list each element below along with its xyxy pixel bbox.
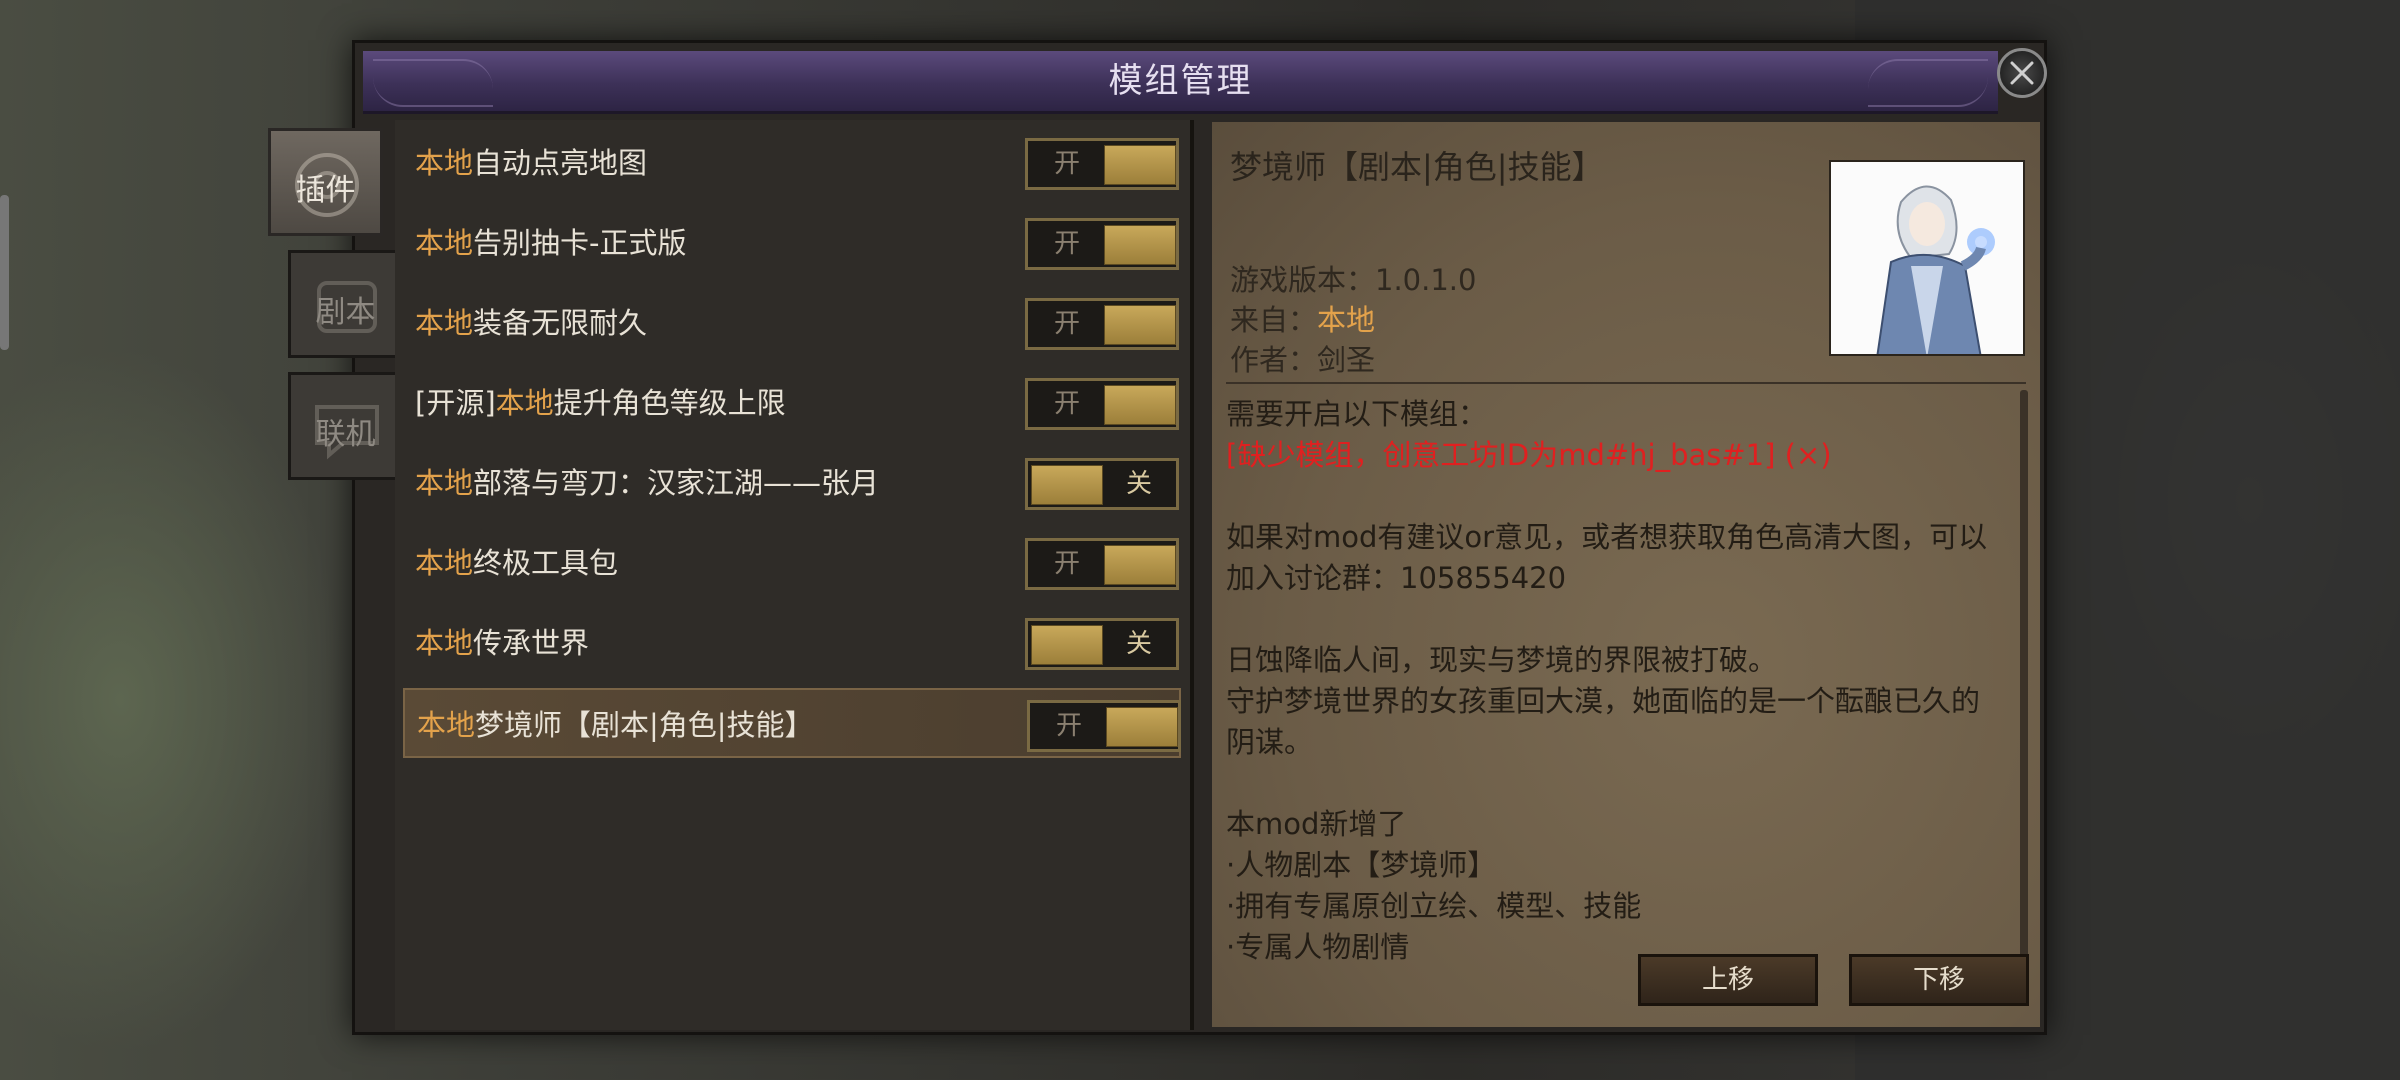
toggle-state-label: 开 [1053, 149, 1080, 179]
toggle-knob [1104, 225, 1176, 265]
mod-detail-title: 梦境师【剧本|角色|技能】 [1230, 148, 1604, 186]
toggle-state-label: 开 [1055, 711, 1082, 741]
mod-name: 本地自动点亮地图 [415, 128, 647, 198]
mod-title: 装备无限耐久 [473, 306, 648, 340]
mod-toggle[interactable]: 开 [1025, 298, 1179, 350]
toggle-state-label: 关 [1125, 629, 1152, 659]
tab-plugins[interactable]: 插件 [268, 128, 383, 236]
screen-edge-handle[interactable] [0, 195, 9, 350]
version-label: 游戏版本： [1230, 263, 1376, 297]
mod-title: 部落与弯刀：汉家江湖——张月 [473, 466, 880, 500]
mod-toggle[interactable]: 开 [1027, 700, 1181, 752]
mod-portrait [1829, 160, 2025, 356]
mod-detail-panel: 梦境师【剧本|角色|技能】 游戏版本：1.0.1.0 来自：本地 作者：剑圣 需… [1212, 122, 2040, 1027]
tab-scripts-label: 剧本 [315, 295, 376, 330]
mod-title: 告别抽卡-正式版 [473, 226, 687, 260]
toggle-knob [1031, 625, 1103, 665]
author-label: 作者： [1230, 343, 1318, 377]
detail-scrollbar[interactable] [2020, 390, 2028, 960]
source-label: 来自： [1230, 303, 1318, 337]
mod-source: 本地 [415, 226, 474, 260]
mod-name: 本地梦境师【剧本|角色|技能】 [417, 690, 814, 760]
mod-source: 本地 [415, 306, 474, 340]
requires-label: 需要开启以下模组： [1226, 397, 1488, 431]
detail-divider [1226, 382, 2026, 384]
mod-row[interactable]: 本地传承世界 关 [403, 608, 1181, 678]
author-line: 作者：剑圣 [1230, 337, 1375, 379]
move-up-button[interactable]: 上移 [1638, 954, 1818, 1006]
mod-name: 本地部落与弯刀：汉家江湖——张月 [415, 448, 879, 518]
mod-source: 本地 [415, 546, 474, 580]
mod-title: 传承世界 [473, 626, 590, 660]
mod-title: 提升角色等级上限 [553, 386, 786, 420]
mod-source: 本地 [415, 626, 474, 660]
mod-toggle[interactable]: 开 [1025, 218, 1179, 270]
mod-name: 本地终极工具包 [415, 528, 618, 598]
version-value: 1.0.1.0 [1375, 263, 1477, 297]
missing-dependency[interactable]: [缺少模组，创意工坊ID为md#hj_bas#1] (×) [1226, 435, 2021, 476]
mod-title: 自动点亮地图 [473, 146, 648, 180]
mod-title: 梦境师【剧本|角色|技能】 [475, 708, 814, 742]
toggle-knob [1104, 145, 1176, 185]
close-button[interactable] [1997, 48, 2047, 98]
mod-list: 本地自动点亮地图开本地告别抽卡-正式版开本地装备无限耐久开 [开源]本地提升角色等… [395, 120, 1194, 1030]
source-value: 本地 [1317, 303, 1376, 337]
toggle-state-label: 关 [1125, 469, 1152, 499]
mod-source: 本地 [415, 466, 474, 500]
toggle-knob [1031, 465, 1103, 505]
mod-toggle[interactable]: 开 [1025, 138, 1179, 190]
mod-row[interactable]: 本地装备无限耐久 开 [403, 288, 1181, 358]
version-line: 游戏版本：1.0.1.0 [1230, 257, 1476, 299]
mod-toggle[interactable]: 开 [1025, 378, 1179, 430]
tab-online-label: 联机 [315, 417, 376, 452]
dialog-title: 模组管理 [1108, 61, 1253, 101]
character-portrait-image [1831, 162, 2023, 354]
mod-row[interactable]: [开源]本地提升角色等级上限 开 [403, 368, 1181, 438]
mod-row[interactable]: 本地告别抽卡-正式版 开 [403, 208, 1181, 278]
mod-name: [开源]本地提升角色等级上限 [415, 368, 786, 438]
mod-source: 本地 [417, 708, 476, 742]
toggle-knob [1106, 707, 1178, 747]
mod-prefix: [开源] [415, 386, 496, 420]
mod-title: 终极工具包 [473, 546, 619, 580]
tab-plugins-label: 插件 [295, 173, 356, 208]
close-icon [2010, 61, 2034, 85]
source-line: 来自：本地 [1230, 297, 1375, 339]
mod-description: 需要开启以下模组： [缺少模组，创意工坊ID为md#hj_bas#1] (×) … [1226, 394, 2021, 968]
mod-name: 本地传承世界 [415, 608, 589, 678]
toggle-knob [1104, 385, 1176, 425]
mod-name: 本地装备无限耐久 [415, 288, 647, 358]
title-bar: 模组管理 [363, 51, 1998, 114]
mod-source: 本地 [495, 386, 554, 420]
mod-row[interactable]: 本地终极工具包 开 [403, 528, 1181, 598]
toggle-state-label: 开 [1053, 229, 1080, 259]
mod-toggle[interactable]: 关 [1025, 618, 1179, 670]
author-value: 剑圣 [1317, 343, 1376, 377]
move-down-button[interactable]: 下移 [1849, 954, 2029, 1006]
toggle-state-label: 开 [1053, 549, 1080, 579]
tab-online[interactable]: 联机 [288, 372, 403, 480]
toggle-knob [1104, 545, 1176, 585]
tab-scripts[interactable]: 剧本 [288, 250, 403, 358]
toggle-knob [1104, 305, 1176, 345]
description-paragraph-1: 如果对mod有建议or意见，或者想获取角色高清大图，可以 加入讨论群：10585… [1226, 520, 1988, 595]
mod-row[interactable]: 本地梦境师【剧本|角色|技能】 开 [403, 688, 1181, 758]
mod-toggle[interactable]: 关 [1025, 458, 1179, 510]
toggle-state-label: 开 [1053, 389, 1080, 419]
mod-toggle[interactable]: 开 [1025, 538, 1179, 590]
mod-row[interactable]: 本地自动点亮地图 开 [403, 128, 1181, 198]
description-paragraph-3: 本mod新增了 ·人物剧本【梦境师】 ·拥有专属原创立绘、模型、技能 ·专属人物… [1226, 807, 1642, 964]
toggle-state-label: 开 [1053, 309, 1080, 339]
mod-source: 本地 [415, 146, 474, 180]
mod-name: 本地告别抽卡-正式版 [415, 208, 686, 278]
description-paragraph-2: 日蚀降临人间，现实与梦境的界限被打破。 守护梦境世界的女孩重回大漠，她面临的是一… [1226, 643, 1981, 759]
mod-row[interactable]: 本地部落与弯刀：汉家江湖——张月 关 [403, 448, 1181, 518]
